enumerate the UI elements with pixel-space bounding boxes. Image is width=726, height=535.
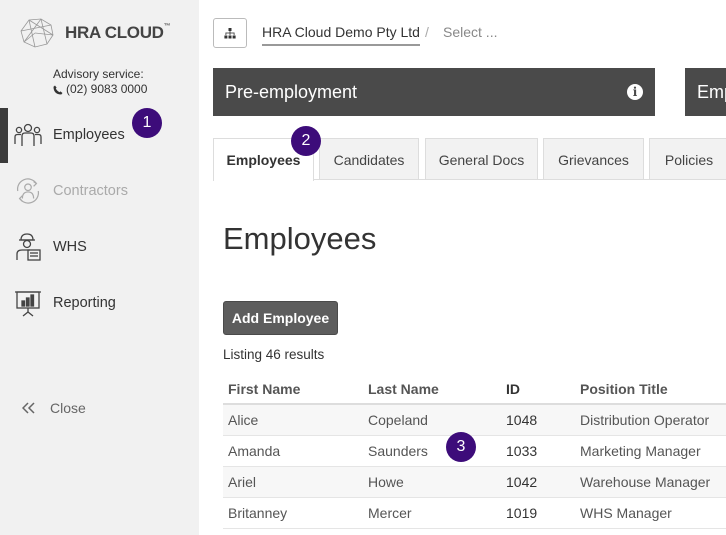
cell-id: 1019 (506, 505, 538, 521)
breadcrumb-select[interactable]: Select ... (443, 24, 497, 40)
double-chevron-left-icon (22, 402, 35, 414)
sidebar-item-contractors[interactable]: Contractors (0, 171, 199, 211)
cell-id: 1033 (506, 443, 538, 459)
sidebar-item-label: Reporting (53, 295, 116, 311)
cell-id: 1048 (506, 412, 538, 428)
cell-position-title: Warehouse Manager (580, 474, 711, 490)
org-chart-icon (224, 27, 236, 38)
contractors-icon (14, 177, 42, 205)
sidebar-item-reporting[interactable]: Reporting (0, 283, 199, 323)
tab-bar: Employees Candidates General Docs Grieva… (213, 138, 726, 181)
cell-position-title: Marketing Manager (580, 443, 701, 459)
tab-candidates[interactable]: Candidates (319, 138, 419, 180)
sidebar-item-label: WHS (53, 239, 87, 255)
cell-first-name: Amanda (228, 443, 281, 459)
sidebar: HRA CLOUD™ Advisory service: (02) 9083 0… (0, 0, 199, 535)
column-header-position-title[interactable]: Position Title (575, 381, 726, 397)
table-header: First Name Last Name ID Position Title (223, 374, 726, 405)
cell-id: 1042 (506, 474, 538, 490)
sidebar-item-label: Employees (53, 127, 125, 143)
employment-banner[interactable]: Emp (685, 68, 726, 116)
annotation-badge: 2 (291, 126, 321, 156)
column-header-last-name[interactable]: Last Name (363, 381, 501, 397)
cell-last-name: Saunders (368, 443, 428, 459)
advisory-phone[interactable]: (02) 9083 0000 (53, 82, 147, 97)
sidebar-close-button[interactable]: Close (22, 400, 86, 416)
breadcrumb-company[interactable]: HRA Cloud Demo Pty Ltd (262, 24, 420, 46)
table-row[interactable]: Ariel Howe 1042 Warehouse Manager (223, 467, 726, 498)
pre-employment-banner[interactable]: Pre-employment i (213, 68, 655, 116)
banner-title: Pre-employment (225, 81, 358, 102)
page-title: Employees (223, 221, 377, 256)
cell-position-title: Distribution Operator (580, 412, 710, 428)
logo-icon (20, 18, 54, 48)
breadcrumb-separator: / (425, 24, 429, 40)
add-employee-button[interactable]: Add Employee (223, 301, 338, 335)
cell-position-title: WHS Manager (580, 505, 672, 521)
column-header-id[interactable]: ID (501, 381, 575, 397)
sidebar-item-employees[interactable]: Employees (0, 108, 199, 163)
cell-first-name: Britanney (228, 505, 288, 521)
whs-icon (14, 233, 42, 261)
logo[interactable]: HRA CLOUD™ (17, 17, 171, 49)
advisory-label: Advisory service: (53, 67, 144, 81)
info-icon[interactable]: i (627, 84, 643, 100)
column-header-first-name[interactable]: First Name (223, 381, 363, 397)
table-row[interactable]: Alice Copeland 1048 Distribution Operato… (223, 405, 726, 436)
cell-first-name: Ariel (228, 474, 257, 490)
tab-general-docs[interactable]: General Docs (425, 138, 538, 180)
listing-count: Listing 46 results (223, 347, 325, 362)
close-label: Close (50, 400, 86, 416)
tab-grievances[interactable]: Grievances (543, 138, 644, 180)
sidebar-item-label: Contractors (53, 183, 128, 199)
sidebar-item-whs[interactable]: WHS (0, 227, 199, 267)
cell-last-name: Howe (368, 474, 404, 490)
logo-text: HRA CLOUD™ (65, 23, 171, 42)
phone-icon (53, 85, 63, 94)
reporting-icon (14, 289, 42, 317)
tab-policies[interactable]: Policies (649, 138, 726, 180)
org-chart-button[interactable] (213, 18, 247, 48)
employees-icon (14, 121, 42, 149)
cell-first-name: Alice (228, 412, 259, 428)
table-row[interactable]: Britanney Mercer 1019 WHS Manager (223, 498, 726, 529)
banner-title: Emp (697, 81, 726, 102)
annotation-badge: 3 (446, 432, 476, 462)
cell-last-name: Mercer (368, 505, 412, 521)
annotation-badge: 1 (132, 108, 162, 138)
cell-last-name: Copeland (368, 412, 428, 428)
advisory-service: Advisory service: (02) 9083 0000 (53, 67, 147, 97)
